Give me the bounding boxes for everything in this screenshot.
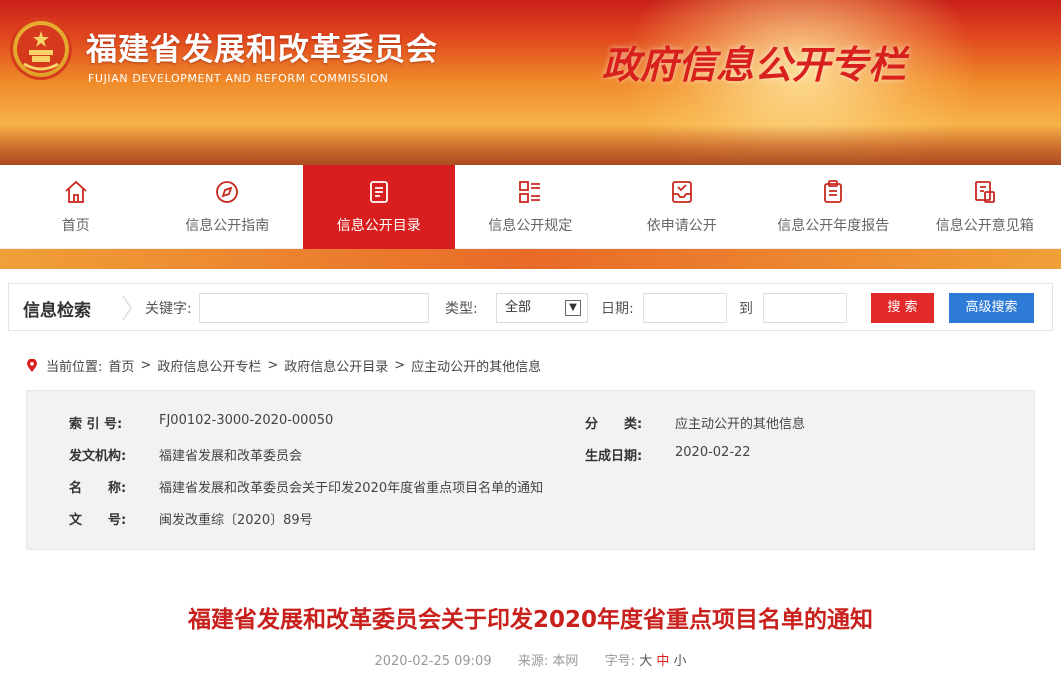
nav-item-label: 信息公开指南: [185, 218, 270, 234]
clipboard-icon: [820, 179, 846, 205]
main-nav: 首页 信息公开指南 信息公开目录 信息公开规定 依申请公开 信息公开年度报告 信…: [0, 165, 1061, 249]
chevron-right-icon: [122, 295, 132, 321]
category-value: 应主动公开的其他信息: [675, 417, 806, 432]
breadcrumb-prefix: 当前位置:: [46, 360, 103, 375]
breadcrumb-separator: >: [140, 358, 152, 373]
date-to-input[interactable]: [763, 293, 847, 323]
doc-number-value: 闽发改重综〔2020〕89号: [159, 513, 313, 528]
type-select-value: 全部: [505, 300, 532, 315]
keyword-label: 关键字:: [145, 301, 192, 317]
nav-item-label: 依申请公开: [646, 218, 717, 234]
breadcrumb: 当前位置: 首页 > 政府信息公开专栏 > 政府信息公开目录 > 应主动公开的其…: [26, 356, 547, 375]
banner-title: 政府信息公开专栏: [602, 43, 907, 87]
decorative-stripe: [0, 249, 1061, 269]
index-number-value: FJ00102-3000-2020-00050: [159, 413, 334, 428]
doc-name-key: 名 称:: [69, 481, 127, 496]
org-name-english: FUJIAN DEVELOPMENT AND REFORM COMMISSION: [88, 72, 389, 85]
nav-item-apply[interactable]: 依申请公开: [606, 165, 758, 249]
home-icon: [63, 179, 89, 205]
doc-name-value: 福建省发展和改革委员会关于印发2020年度省重点项目名单的通知: [159, 481, 544, 496]
generated-date-key: 生成日期:: [585, 449, 643, 464]
nav-item-annual-report[interactable]: 信息公开年度报告: [758, 165, 910, 249]
org-name: 福建省发展和改革委员会: [86, 32, 438, 68]
article-title: 福建省发展和改革委员会关于印发2020年度省重点项目名单的通知: [187, 607, 873, 633]
breadcrumb-separator: >: [267, 358, 279, 373]
nav-item-feedback[interactable]: 信息公开意见箱: [909, 165, 1061, 249]
compass-icon: [214, 179, 240, 205]
nav-item-label: 首页: [61, 218, 90, 234]
source-value: 本网: [552, 654, 579, 669]
issuer-value: 福建省发展和改革委员会: [159, 449, 303, 464]
keyword-input[interactable]: [199, 293, 429, 323]
category-key: 分 类:: [585, 417, 643, 432]
nav-item-catalog[interactable]: 信息公开目录: [303, 165, 455, 249]
article-meta: 2020-02-25 09:09 来源: 本网 字号: 大 中 小: [0, 650, 1061, 669]
date-label: 日期:: [601, 301, 634, 317]
chevron-down-icon: ▼: [565, 300, 581, 316]
generated-date-value: 2020-02-22: [675, 445, 751, 460]
inbox-check-icon: [669, 179, 695, 205]
nav-item-label: 信息公开规定: [488, 218, 573, 234]
location-pin-icon: [27, 358, 37, 372]
banner-architecture: [0, 125, 1061, 165]
feedback-icon: [972, 179, 998, 205]
nav-item-regulations[interactable]: 信息公开规定: [455, 165, 607, 249]
nav-item-label: 信息公开意见箱: [935, 218, 1034, 234]
font-size-label: 字号:: [604, 654, 636, 669]
national-emblem-icon: [10, 18, 72, 80]
breadcrumb-current[interactable]: 应主动公开的其他信息: [411, 356, 541, 375]
breadcrumb-link-home[interactable]: 首页: [108, 356, 134, 375]
breadcrumb-link-catalog[interactable]: 政府信息公开目录: [284, 356, 388, 375]
advanced-search-button[interactable]: 高级搜索: [949, 293, 1034, 323]
breadcrumb-separator: >: [394, 358, 406, 373]
font-size-small-button[interactable]: 小: [674, 654, 687, 669]
index-number-key: 索 引 号:: [69, 417, 123, 432]
issuer-key: 发文机构:: [69, 449, 127, 464]
date-from-input[interactable]: [643, 293, 727, 323]
search-title: 信息检索: [23, 301, 91, 321]
search-bar: 信息检索 关键字: 类型: 全部 ▼ 日期: 到 搜 索 高级搜索: [8, 283, 1053, 331]
nav-item-home[interactable]: 首页: [0, 165, 152, 249]
document-info-box: 索 引 号: FJ00102-3000-2020-00050 分 类: 应主动公…: [26, 390, 1035, 550]
nav-item-guide[interactable]: 信息公开指南: [152, 165, 304, 249]
nav-item-label: 信息公开年度报告: [777, 218, 890, 234]
breadcrumb-link-column[interactable]: 政府信息公开专栏: [157, 356, 261, 375]
publish-datetime: 2020-02-25 09:09: [374, 654, 492, 669]
font-size-medium-button[interactable]: 中: [656, 654, 669, 669]
grid-list-icon: [517, 179, 543, 205]
header-banner: 福建省发展和改革委员会 FUJIAN DEVELOPMENT AND REFOR…: [0, 0, 1061, 165]
search-button[interactable]: 搜 索: [871, 293, 934, 323]
doc-number-key: 文 号:: [69, 513, 127, 528]
type-select[interactable]: 全部 ▼: [496, 293, 588, 323]
document-list-icon: [366, 179, 392, 205]
font-size-large-button[interactable]: 大: [639, 654, 652, 669]
date-to-label: 到: [739, 301, 753, 317]
type-label: 类型:: [445, 301, 478, 317]
source-label: 来源:: [517, 654, 549, 669]
nav-item-label: 信息公开目录: [336, 218, 421, 234]
